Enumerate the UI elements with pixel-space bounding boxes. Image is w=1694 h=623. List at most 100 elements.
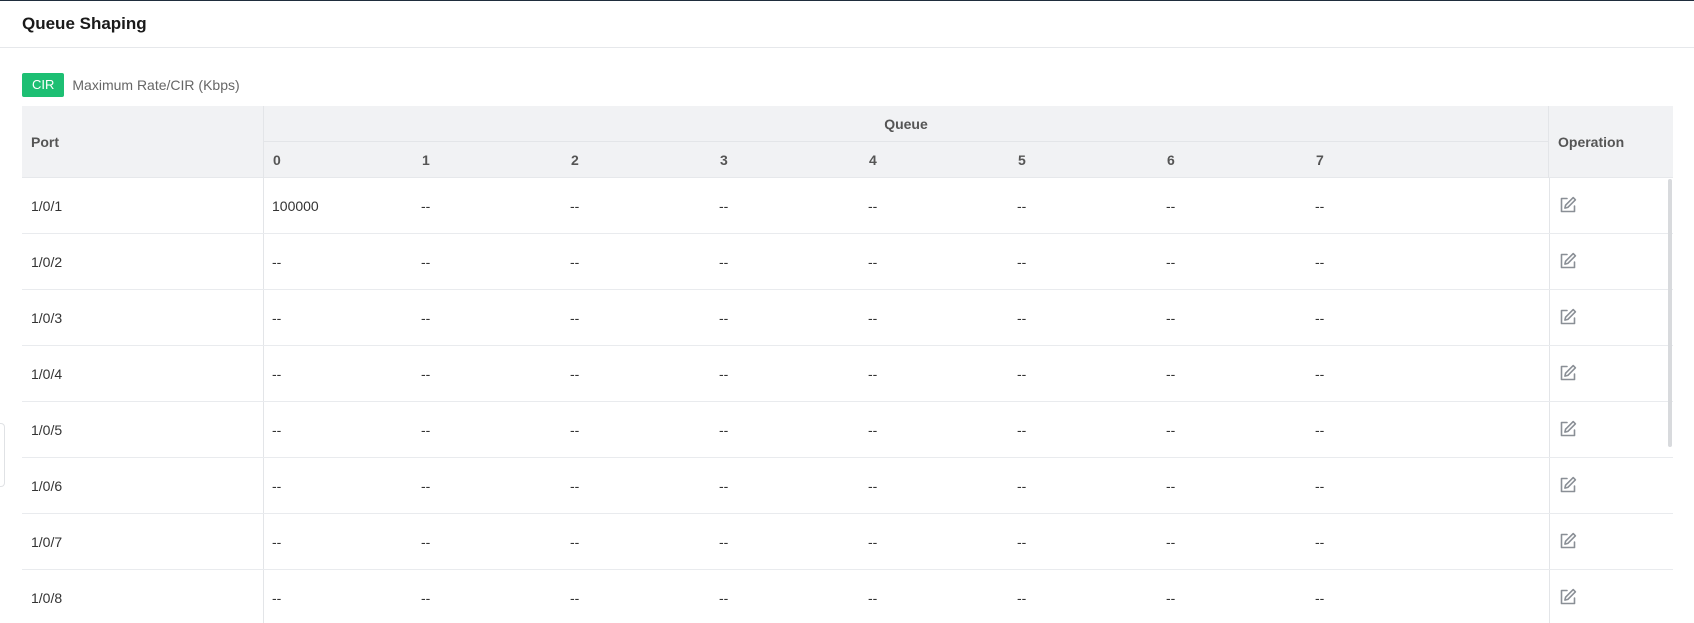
column-divider <box>263 514 264 569</box>
column-divider <box>263 290 264 345</box>
queue-5-cell: -- <box>1017 310 1027 326</box>
port-cell: 1/0/6 <box>31 478 63 494</box>
port-cell: 1/0/1 <box>31 198 63 214</box>
queue-3-cell: -- <box>719 366 729 382</box>
legend: CIR Maximum Rate/CIR (Kbps) <box>22 73 240 97</box>
column-header-queue-3: 3 <box>720 152 728 168</box>
queue-0-cell: -- <box>272 422 282 438</box>
queue-1-cell: -- <box>421 422 431 438</box>
queue-7-cell: -- <box>1315 366 1325 382</box>
queue-5-cell: -- <box>1017 254 1027 270</box>
column-divider <box>1549 178 1550 233</box>
column-header-queue-4: 4 <box>869 152 877 168</box>
queue-6-cell: -- <box>1166 590 1176 606</box>
table-header: Port Queue 0 1 2 3 4 5 6 7 Operation <box>22 106 1673 178</box>
table-row: 1/0/7 -- -- -- -- -- -- -- -- <box>22 514 1673 570</box>
edit-icon[interactable] <box>1558 307 1580 329</box>
queue-5-cell: -- <box>1017 590 1027 606</box>
side-collapse-tab[interactable] <box>0 423 5 487</box>
queue-7-cell: -- <box>1315 254 1325 270</box>
column-divider <box>263 570 264 623</box>
queue-2-cell: -- <box>570 254 580 270</box>
column-header-queue-0: 0 <box>273 152 281 168</box>
table-row: 1/0/1 100000 -- -- -- -- -- -- -- <box>22 178 1673 234</box>
queue-7-cell: -- <box>1315 534 1325 550</box>
edit-icon[interactable] <box>1558 251 1580 273</box>
queue-subheaders: 0 1 2 3 4 5 6 7 <box>264 142 1548 178</box>
queue-0-cell: -- <box>272 534 282 550</box>
queue-6-cell: -- <box>1166 254 1176 270</box>
queue-0-cell: -- <box>272 590 282 606</box>
column-divider <box>1549 458 1550 513</box>
queue-2-cell: -- <box>570 310 580 326</box>
queue-2-cell: -- <box>570 590 580 606</box>
queue-shaping-table: Port Queue 0 1 2 3 4 5 6 7 Operation 1/0/1 10000… <box>22 106 1673 623</box>
queue-1-cell: -- <box>421 310 431 326</box>
queue-2-cell: -- <box>570 478 580 494</box>
port-cell: 1/0/7 <box>31 534 63 550</box>
table-row: 1/0/4 -- -- -- -- -- -- -- -- <box>22 346 1673 402</box>
queue-4-cell: -- <box>868 198 878 214</box>
queue-4-cell: -- <box>868 534 878 550</box>
page-title: Queue Shaping <box>22 14 147 33</box>
queue-5-cell: -- <box>1017 366 1027 382</box>
queue-3-cell: -- <box>719 422 729 438</box>
queue-3-cell: -- <box>719 478 729 494</box>
queue-1-cell: -- <box>421 366 431 382</box>
legend-text: Maximum Rate/CIR (Kbps) <box>72 77 240 93</box>
queue-6-cell: -- <box>1166 422 1176 438</box>
edit-icon[interactable] <box>1558 195 1580 217</box>
column-header-queue: Queue <box>264 106 1548 142</box>
edit-icon[interactable] <box>1558 475 1580 497</box>
queue-7-cell: -- <box>1315 310 1325 326</box>
table-scrollbar[interactable] <box>1668 179 1672 447</box>
column-divider <box>1549 514 1550 569</box>
queue-6-cell: -- <box>1166 478 1176 494</box>
queue-4-cell: -- <box>868 310 878 326</box>
column-divider <box>263 346 264 401</box>
column-divider <box>1549 346 1550 401</box>
queue-4-cell: -- <box>868 422 878 438</box>
table-row: 1/0/5 -- -- -- -- -- -- -- -- <box>22 402 1673 458</box>
column-divider <box>1549 290 1550 345</box>
table-row: 1/0/2 -- -- -- -- -- -- -- -- <box>22 234 1673 290</box>
table-body: 1/0/1 100000 -- -- -- -- -- -- -- 1/0/2 -- -- -- -- --… <box>22 178 1673 623</box>
column-divider <box>263 402 264 457</box>
queue-header-group: Queue 0 1 2 3 4 5 6 7 <box>263 106 1549 178</box>
queue-0-cell: -- <box>272 254 282 270</box>
queue-4-cell: -- <box>868 478 878 494</box>
queue-4-cell: -- <box>868 590 878 606</box>
queue-5-cell: -- <box>1017 534 1027 550</box>
queue-0-cell: 100000 <box>272 198 319 214</box>
table-row: 1/0/6 -- -- -- -- -- -- -- -- <box>22 458 1673 514</box>
cir-badge: CIR <box>22 73 65 97</box>
column-divider <box>263 178 264 233</box>
queue-4-cell: -- <box>868 366 878 382</box>
port-cell: 1/0/3 <box>31 310 63 326</box>
queue-1-cell: -- <box>421 198 431 214</box>
edit-icon[interactable] <box>1558 531 1580 553</box>
queue-3-cell: -- <box>719 254 729 270</box>
queue-5-cell: -- <box>1017 478 1027 494</box>
queue-1-cell: -- <box>421 534 431 550</box>
port-cell: 1/0/4 <box>31 366 63 382</box>
queue-3-cell: -- <box>719 534 729 550</box>
queue-7-cell: -- <box>1315 198 1325 214</box>
edit-icon[interactable] <box>1558 419 1580 441</box>
queue-6-cell: -- <box>1166 310 1176 326</box>
edit-icon[interactable] <box>1558 587 1580 609</box>
column-divider <box>1549 402 1550 457</box>
queue-5-cell: -- <box>1017 422 1027 438</box>
port-cell: 1/0/2 <box>31 254 63 270</box>
queue-7-cell: -- <box>1315 590 1325 606</box>
column-divider <box>263 458 264 513</box>
queue-7-cell: -- <box>1315 422 1325 438</box>
queue-0-cell: -- <box>272 310 282 326</box>
column-divider <box>1549 234 1550 289</box>
edit-icon[interactable] <box>1558 363 1580 385</box>
column-header-queue-1: 1 <box>422 152 430 168</box>
column-header-queue-7: 7 <box>1316 152 1324 168</box>
port-cell: 1/0/5 <box>31 422 63 438</box>
queue-0-cell: -- <box>272 478 282 494</box>
port-cell: 1/0/8 <box>31 590 63 606</box>
